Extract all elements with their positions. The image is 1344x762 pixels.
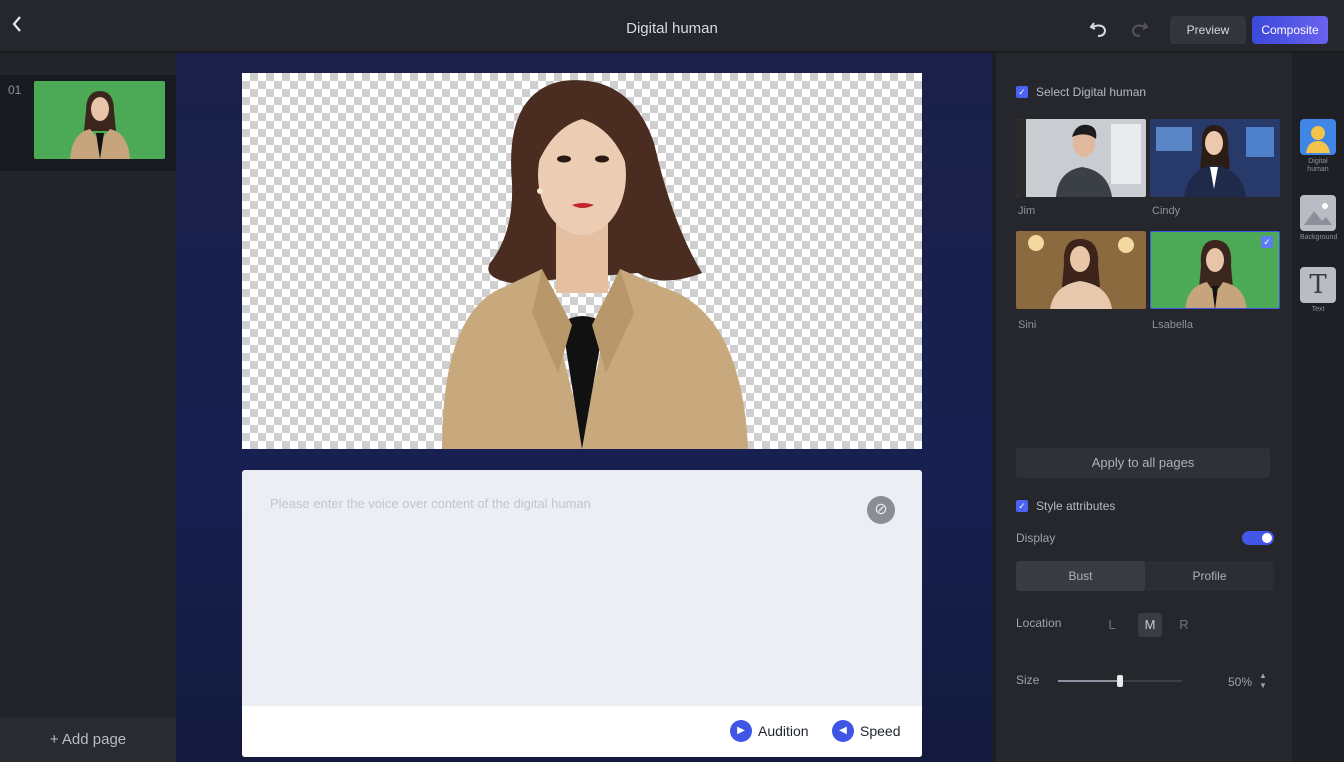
avatar-cindy[interactable] bbox=[1150, 119, 1280, 197]
clear-icon[interactable]: ⊘ bbox=[867, 496, 895, 524]
location-middle-button[interactable]: M bbox=[1138, 613, 1162, 637]
tool-label: Digital human bbox=[1307, 158, 1329, 173]
avatar-cindy-image bbox=[1150, 119, 1280, 197]
select-human-header[interactable]: ✓ Select Digital human bbox=[1016, 85, 1146, 99]
audition-label: Audition bbox=[758, 723, 809, 739]
tool-digital-human[interactable]: Digital human bbox=[1300, 119, 1336, 174]
speaker-icon: ◀ bbox=[832, 720, 854, 742]
crop-option-profile[interactable]: Profile bbox=[1145, 561, 1274, 591]
checkbox-icon: ✓ bbox=[1016, 86, 1028, 98]
image-icon bbox=[1300, 195, 1336, 231]
voiceover-panel: ⊘ ▶ Audition ◀ Speed bbox=[242, 470, 922, 757]
text-icon: T bbox=[1300, 267, 1336, 303]
avatar-name: Jim bbox=[1018, 205, 1036, 217]
audition-button[interactable]: ▶ Audition bbox=[730, 718, 809, 744]
preview-button[interactable]: Preview bbox=[1170, 16, 1246, 44]
avatar-sini-image bbox=[1016, 231, 1146, 309]
tool-background[interactable]: Background bbox=[1300, 195, 1338, 242]
redo-icon bbox=[1131, 22, 1149, 37]
apply-to-all-pages-button[interactable]: Apply to all pages bbox=[1016, 448, 1270, 478]
checkbox-icon: ✓ bbox=[1016, 500, 1028, 512]
digital-human-figure bbox=[442, 80, 748, 449]
page-thumbnail[interactable] bbox=[34, 81, 165, 159]
settings-panel: ✓ Select Digital human Jim Cindy Sini ✓ … bbox=[996, 53, 1292, 762]
speed-button[interactable]: ◀ Speed bbox=[832, 718, 900, 744]
size-label: Size bbox=[1016, 673, 1040, 687]
size-value[interactable]: 50% bbox=[1202, 671, 1252, 693]
undo-button[interactable] bbox=[1088, 18, 1110, 40]
redo-button[interactable] bbox=[1128, 18, 1150, 40]
speed-label: Speed bbox=[860, 723, 901, 739]
digital-human-icon bbox=[1300, 119, 1336, 155]
style-attributes-header[interactable]: ✓ Style attributes bbox=[1016, 499, 1115, 513]
voiceover-toolbar: ▶ Audition ◀ Speed bbox=[242, 706, 922, 757]
avatar-name: Sini bbox=[1018, 319, 1037, 331]
page-number: 01 bbox=[8, 83, 22, 97]
presenter-thumbnail bbox=[34, 81, 165, 159]
location-right-button[interactable]: R bbox=[1172, 613, 1196, 637]
voiceover-input[interactable] bbox=[270, 496, 860, 696]
location-label: Location bbox=[1016, 616, 1062, 630]
size-slider-fill bbox=[1058, 680, 1120, 682]
avatar-jim-image bbox=[1016, 119, 1146, 197]
display-label: Display bbox=[1016, 531, 1056, 545]
location-left-button[interactable]: L bbox=[1100, 613, 1124, 637]
style-attributes-label: Style attributes bbox=[1036, 499, 1116, 513]
tool-label: Background bbox=[1300, 234, 1338, 241]
size-slider[interactable] bbox=[1058, 675, 1182, 687]
tool-text[interactable]: T Text bbox=[1300, 267, 1336, 314]
crop-segmented-control: Bust Profile bbox=[1016, 561, 1274, 591]
composite-button[interactable]: Composite bbox=[1252, 16, 1328, 44]
play-icon: ▶ bbox=[730, 720, 752, 742]
size-slider-thumb[interactable] bbox=[1117, 675, 1123, 687]
size-stepper[interactable]: ▲ ▼ bbox=[1258, 671, 1268, 693]
avatar-name: Lsabella bbox=[1152, 319, 1193, 331]
top-bar: Digital human Preview Composite bbox=[0, 0, 1344, 52]
tool-rail: Digital human Background T Text bbox=[1292, 53, 1344, 762]
pages-panel: 01 + Add page bbox=[0, 53, 176, 762]
undo-icon bbox=[1089, 22, 1107, 37]
select-human-label: Select Digital human bbox=[1036, 85, 1147, 99]
crop-option-bust[interactable]: Bust bbox=[1016, 561, 1145, 591]
page-item[interactable]: 01 bbox=[0, 75, 176, 171]
avatar-sini[interactable] bbox=[1016, 231, 1146, 309]
selected-check-icon: ✓ bbox=[1261, 236, 1273, 248]
add-page-button[interactable]: + Add page bbox=[0, 718, 176, 762]
back-button[interactable] bbox=[10, 14, 30, 38]
avatar-lsabella[interactable]: ✓ bbox=[1150, 231, 1280, 309]
avatar-jim[interactable] bbox=[1016, 119, 1146, 197]
chevron-left-icon bbox=[12, 16, 21, 32]
avatar-name: Cindy bbox=[1152, 205, 1181, 217]
preview-canvas[interactable] bbox=[242, 73, 922, 449]
tool-label: Text bbox=[1311, 306, 1325, 313]
display-toggle[interactable] bbox=[1242, 531, 1274, 545]
